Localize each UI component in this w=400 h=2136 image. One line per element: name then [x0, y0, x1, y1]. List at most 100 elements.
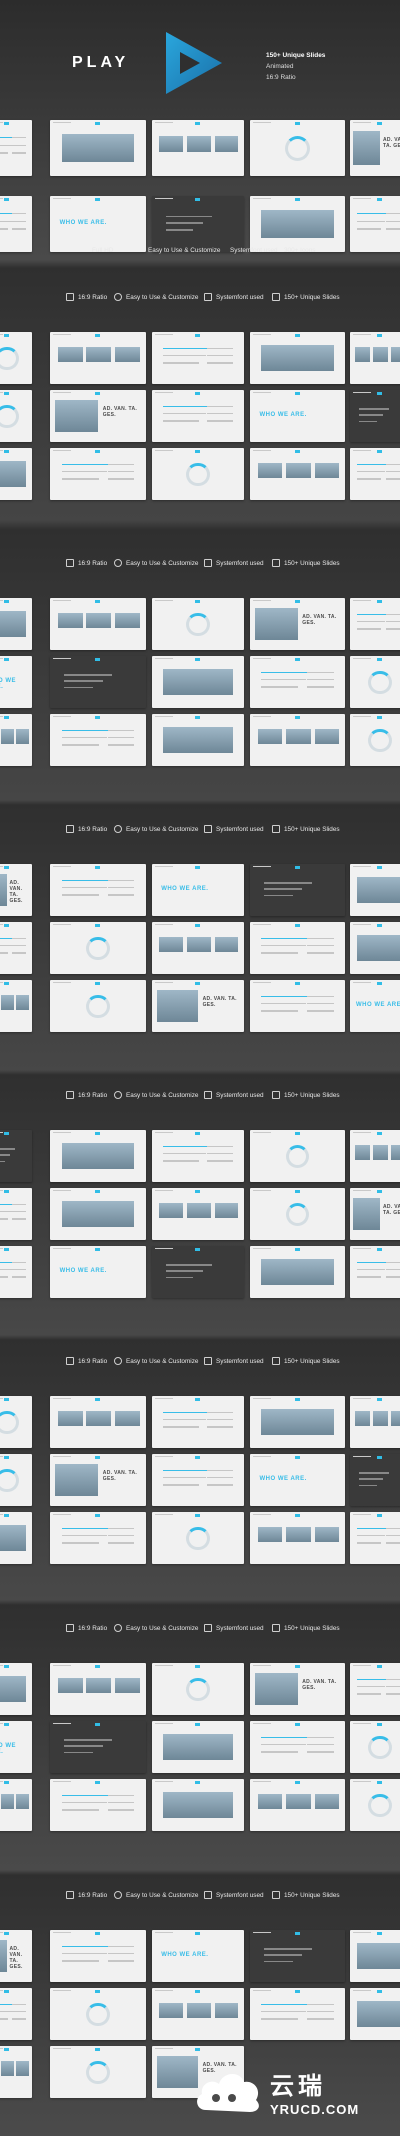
slide-accent-mark — [377, 716, 382, 719]
slide-accent-mark — [4, 334, 9, 337]
slide-text-line — [12, 2018, 26, 2020]
slide-text-line — [163, 1469, 214, 1472]
slide-thumbnail — [250, 1188, 345, 1240]
slide-accent-mark — [4, 2048, 9, 2051]
slide-donut — [285, 1202, 310, 1226]
slide-text-line — [0, 1210, 12, 1213]
section-feature-label: Easy to Use & Customize — [126, 1891, 199, 1899]
slide-thumbnail — [50, 332, 146, 384]
slide-header-line — [155, 866, 173, 867]
slide-advantages-text: AD. VAN. TA. GES. — [102, 1469, 138, 1482]
slide-photo — [257, 728, 283, 745]
slide-text-line — [163, 362, 199, 364]
slide-accent-mark — [294, 392, 300, 395]
slide-text-line — [261, 2003, 314, 2006]
slide-accent-mark — [377, 392, 382, 395]
slide-header-line — [0, 2048, 3, 2049]
slide-thumbnail — [152, 332, 244, 384]
slide-advantages-text: AD. VAN. TA. GES. — [102, 405, 138, 418]
slide-photo — [254, 1673, 298, 1705]
slide-text-line — [261, 952, 299, 954]
slide-text-line — [386, 1276, 400, 1278]
slide-photo — [186, 1202, 211, 1219]
slide-text-line — [165, 222, 203, 224]
slide-accent-mark — [294, 1781, 300, 1784]
slide-accent-mark — [95, 1781, 100, 1784]
slide-text-line — [107, 1542, 135, 1544]
slide-text-line — [386, 613, 400, 616]
slide-text-line — [307, 944, 334, 947]
section-feature-label: Systemfont used — [216, 559, 264, 567]
slide-text-line — [264, 882, 312, 884]
slide-header-line — [253, 982, 271, 983]
slide-accent-mark — [294, 600, 300, 603]
section-feature-label: Systemfont used — [216, 1091, 264, 1099]
slide-thumbnail: WHO WE ARE. — [250, 1454, 345, 1506]
slide-photo — [214, 1202, 239, 1219]
slide-header-line — [353, 1514, 371, 1515]
slide-text-line — [207, 1484, 233, 1486]
section-feature-label: 150+ Unique Slides — [284, 1091, 340, 1099]
slide-header-line — [353, 866, 371, 867]
slide-text-line — [163, 1411, 214, 1414]
slide-accent-mark — [195, 1665, 200, 1668]
slide-text-line — [386, 463, 400, 466]
slide-accent-mark — [4, 198, 9, 201]
slide-photo — [357, 1943, 400, 1969]
slide-header-line — [155, 600, 173, 601]
slide-photo — [115, 1677, 141, 1694]
slide-thumbnail — [350, 1663, 400, 1715]
slide-photo — [86, 1677, 112, 1694]
section-feature-label: Systemfont used — [216, 825, 264, 833]
slide-accent-mark — [294, 1665, 300, 1668]
slide-text-line — [357, 1685, 386, 1688]
slide-accent-mark — [195, 1190, 200, 1193]
slide-text-line — [357, 478, 381, 480]
slide-text-line — [386, 1685, 400, 1688]
slide-who-we-are-text: WHO WE ARE. — [0, 677, 16, 690]
cloud-logo-icon — [197, 2073, 259, 2112]
slide-text-line — [261, 2018, 299, 2020]
slide-text-line — [163, 405, 214, 408]
hero-info: 150+ Unique Slides Animated 16:9 Ratio — [266, 50, 325, 83]
speedometer-icon — [114, 1624, 122, 1632]
slide-text-line — [0, 2010, 12, 2013]
slide-header-line — [155, 334, 173, 335]
slide-text-line — [64, 686, 94, 689]
slide-text-line — [12, 1261, 26, 1264]
font-icon — [204, 1891, 212, 1899]
slide-text-line — [386, 1527, 400, 1530]
slide-accent-mark — [294, 334, 300, 337]
slide-photo — [156, 990, 198, 1022]
slide-thumbnail — [50, 1721, 146, 1773]
page: PLAY 150+ Unique Slides Animated 16:9 Ra… — [0, 0, 400, 2136]
slide-header-line — [155, 122, 173, 123]
slide-text-line — [307, 2003, 334, 2006]
slide-photo — [115, 346, 141, 363]
section-feature-item: 150+ Unique Slides — [272, 559, 340, 567]
slide-accent-mark — [195, 334, 200, 337]
slide-header-line — [53, 198, 71, 199]
slide-text-line — [386, 1261, 400, 1264]
slide-text-line — [307, 1743, 334, 1746]
slide-header-line — [53, 1932, 71, 1933]
slide-photo — [354, 346, 371, 363]
slide-donut — [0, 346, 19, 370]
slide-header-line — [253, 1398, 271, 1399]
slide-accent-mark — [377, 1190, 382, 1193]
slide-header-line — [53, 334, 71, 335]
section-feature-item: Systemfont used — [204, 1091, 264, 1099]
slide-header-line — [0, 1514, 3, 1515]
slide-photo — [286, 728, 311, 745]
section-feature-item: Systemfont used — [204, 825, 264, 833]
slide-thumbnail: WHO WE ARE. — [350, 980, 400, 1032]
slide-header-line — [353, 1398, 371, 1399]
slide-thumbnail — [250, 1396, 345, 1448]
slide-who-we-are-text: WHO WE ARE. — [356, 1001, 400, 1008]
slide-thumbnail — [152, 1454, 244, 1506]
section-feature-item: Systemfont used — [204, 559, 264, 567]
slide-accent-mark — [4, 1932, 9, 1935]
slide-donut — [368, 1793, 392, 1817]
slide-header-line — [353, 600, 371, 601]
slide-text-line — [12, 1218, 26, 1220]
